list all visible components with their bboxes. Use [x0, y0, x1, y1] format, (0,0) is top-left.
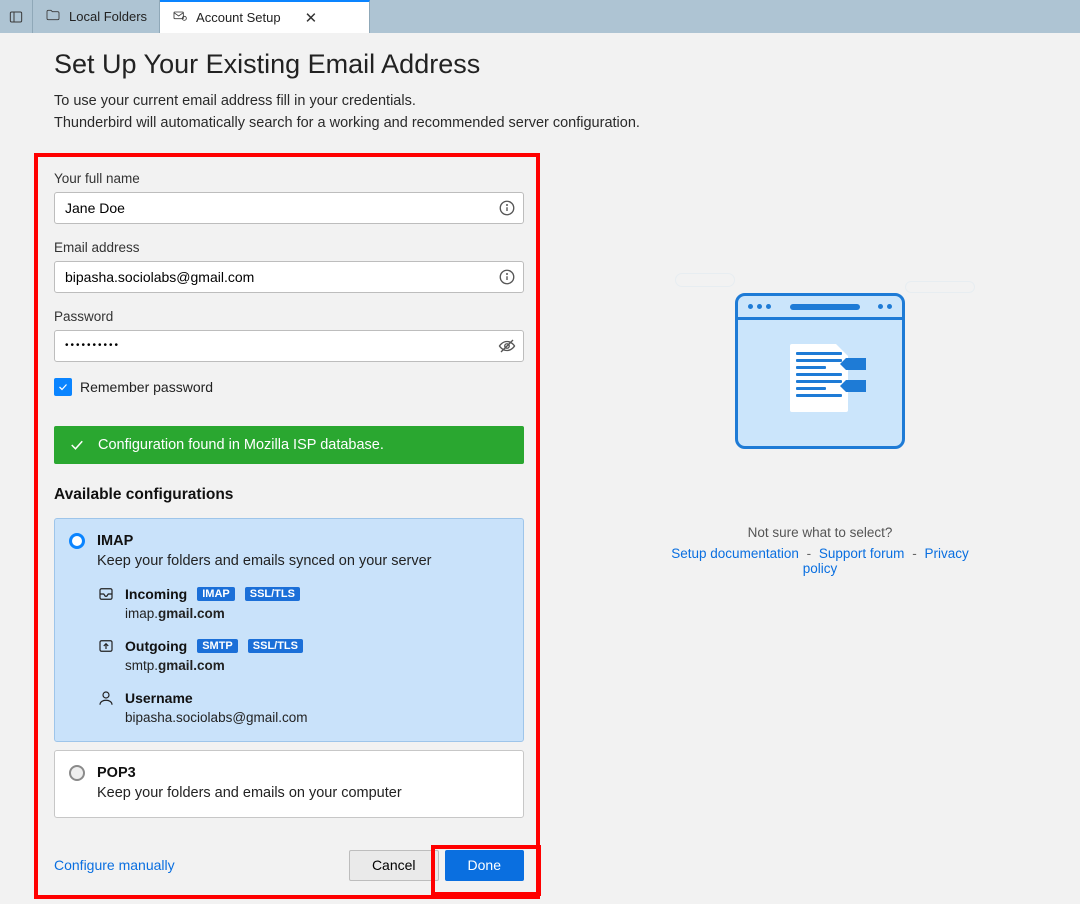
window-illustration-icon — [735, 293, 905, 449]
info-icon[interactable] — [498, 199, 516, 217]
outbox-icon — [97, 637, 115, 655]
page-subtitle: To use your current email address fill i… — [54, 90, 1034, 135]
imap-title: IMAP — [97, 533, 133, 549]
email-input[interactable] — [54, 261, 524, 293]
imap-desc: Keep your folders and emails synced on y… — [97, 553, 509, 569]
configure-manually-link[interactable]: Configure manually — [54, 857, 175, 873]
imap-badge: IMAP — [197, 587, 235, 601]
checkbox-checked-icon — [54, 378, 72, 396]
account-form: Your full name Email address Password — [54, 171, 524, 881]
folder-icon — [45, 7, 61, 26]
page-title: Set Up Your Existing Email Address — [54, 49, 1034, 80]
config-pop3[interactable]: POP3 Keep your folders and emails on you… — [54, 750, 524, 818]
pop3-desc: Keep your folders and emails on your com… — [97, 785, 509, 801]
remember-password-checkbox[interactable]: Remember password — [54, 378, 524, 396]
password-label: Password — [54, 309, 524, 324]
radio-unselected-icon — [69, 765, 85, 781]
inbox-icon — [97, 585, 115, 603]
config-imap[interactable]: IMAP Keep your folders and emails synced… — [54, 518, 524, 742]
pop3-title: POP3 — [97, 765, 136, 781]
eye-off-icon[interactable] — [498, 337, 516, 355]
username-row: Username — [97, 689, 509, 707]
fullname-label: Your full name — [54, 171, 524, 186]
document-icon — [790, 344, 848, 412]
smtp-badge: SMTP — [197, 639, 238, 653]
outgoing-host: smtp.gmail.com — [125, 658, 509, 673]
tab-bar: Local Folders Account Setup ✕ — [0, 0, 1080, 33]
remember-label: Remember password — [80, 379, 213, 395]
alert-text: Configuration found in Mozilla ISP datab… — [98, 437, 384, 453]
tab-label: Local Folders — [69, 9, 147, 24]
password-input[interactable] — [54, 330, 524, 362]
panel-icon — [8, 9, 24, 25]
outgoing-row: Outgoing SMTP SSL/TLS — [97, 637, 509, 655]
help-prompt: Not sure what to select? — [748, 525, 893, 540]
setup-doc-link[interactable]: Setup documentation — [671, 546, 799, 561]
email-label: Email address — [54, 240, 524, 255]
fullname-input[interactable] — [54, 192, 524, 224]
user-icon — [97, 689, 115, 707]
tab-account-setup[interactable]: Account Setup ✕ — [160, 0, 370, 33]
available-configs-title: Available configurations — [54, 486, 524, 504]
radio-selected-icon — [69, 533, 85, 549]
check-icon — [68, 436, 86, 454]
username-value: bipasha.sociolabs@gmail.com — [125, 710, 509, 725]
incoming-host: imap.gmail.com — [125, 606, 509, 621]
tab-label: Account Setup — [196, 10, 281, 25]
success-alert: Configuration found in Mozilla ISP datab… — [54, 426, 524, 464]
mail-settings-icon — [172, 8, 188, 27]
tab-local-folders[interactable]: Local Folders — [33, 0, 160, 33]
done-button[interactable]: Done — [445, 850, 524, 881]
sidebar-toggle-button[interactable] — [0, 0, 33, 33]
support-forum-link[interactable]: Support forum — [819, 546, 905, 561]
incoming-row: Incoming IMAP SSL/TLS — [97, 585, 509, 603]
info-icon[interactable] — [498, 268, 516, 286]
cancel-button[interactable]: Cancel — [349, 850, 439, 881]
help-links: Setup documentation - Support forum - Pr… — [665, 546, 975, 576]
ssl-badge: SSL/TLS — [248, 639, 303, 653]
illustration: Not sure what to select? Setup documenta… — [665, 257, 975, 576]
ssl-badge: SSL/TLS — [245, 587, 300, 601]
close-icon[interactable]: ✕ — [305, 9, 318, 27]
